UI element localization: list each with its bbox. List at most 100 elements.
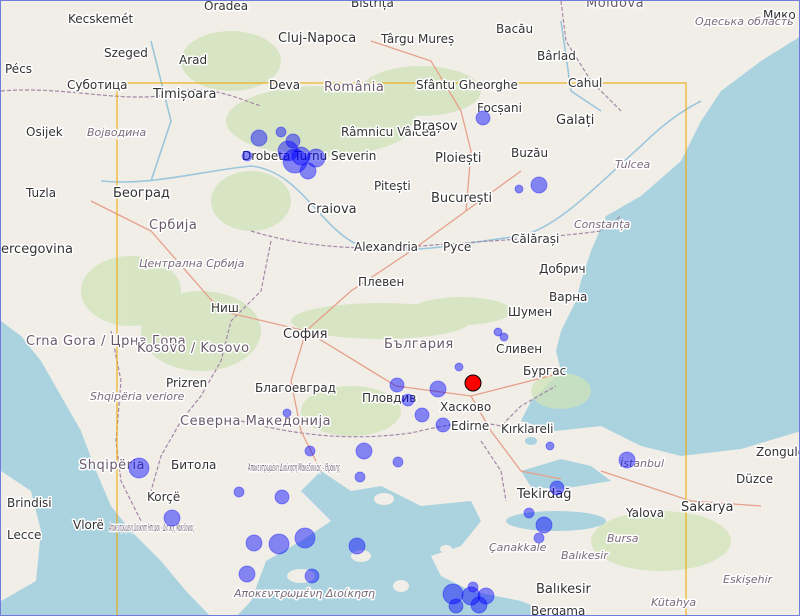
- label-severna-makedonija: Северна Македонија: [180, 414, 331, 429]
- label-balikesir: Balıkesir: [536, 582, 592, 597]
- label-eskisehir: Eskişehir: [723, 573, 774, 586]
- label-bacau: Bacău: [496, 22, 533, 36]
- label-galati: Galați: [556, 113, 594, 128]
- event-marker[interactable]: [275, 126, 287, 138]
- label-sakarya: Sakarya: [681, 500, 734, 515]
- label-yalova: Yalova: [625, 506, 664, 520]
- label-ploiesti: Ploiești: [435, 151, 482, 166]
- event-marker[interactable]: [354, 471, 366, 483]
- label-ruse: Русе: [443, 240, 471, 254]
- label-srbija: Србија: [149, 218, 197, 233]
- label-duzce: Düzce: [736, 472, 773, 486]
- map-canvas[interactable]: Oradea Bistrița Moldova Мико Kecskemét C…: [1, 1, 799, 615]
- event-marker[interactable]: [294, 527, 316, 549]
- event-marker[interactable]: [355, 442, 373, 460]
- label-beograd: Београд: [113, 186, 170, 201]
- label-bistrita: Bistrița: [351, 1, 394, 10]
- event-marker[interactable]: [274, 489, 290, 505]
- label-buzau: Buzău: [511, 146, 548, 160]
- label-bergama: Bergama: [531, 604, 585, 615]
- event-marker[interactable]: [389, 377, 405, 393]
- label-central-serbia: Централна Србија: [139, 257, 245, 270]
- label-targu-mures: Târgu Mureș: [380, 32, 454, 46]
- event-marker[interactable]: [477, 587, 495, 605]
- event-marker[interactable]: [429, 380, 447, 398]
- label-bursa: Bursa: [607, 532, 639, 545]
- label-bucuresti: București: [431, 191, 492, 206]
- event-marker[interactable]: [448, 598, 464, 614]
- label-shumen: Шумен: [508, 305, 552, 319]
- label-shqiperia-veriore: Shqipëria veriore: [90, 390, 185, 403]
- label-cahul: Cahul: [568, 76, 602, 90]
- label-korce: Korçë: [147, 490, 180, 504]
- label-brindisi: Brindisi: [7, 496, 52, 510]
- label-subotica: Суботица: [67, 78, 128, 92]
- label-varna: Варна: [549, 290, 587, 304]
- label-tuzla: Tuzla: [25, 186, 56, 200]
- event-marker[interactable]: [514, 184, 524, 194]
- event-marker[interactable]: [268, 533, 290, 555]
- label-apok-epirus: Αποκεντρωμένη Διοίκηση Ηπείρου - Δυτικής…: [109, 521, 194, 534]
- label-dobrich: Добрич: [539, 262, 586, 276]
- label-apok-last: Αποκεντρωμένη Διοίκηση: [233, 587, 375, 600]
- label-deva: Deva: [269, 78, 300, 92]
- event-marker[interactable]: [238, 565, 256, 583]
- label-sliven: Сливен: [496, 342, 542, 356]
- label-pleven: Плевен: [358, 275, 404, 289]
- event-marker[interactable]: [392, 456, 404, 468]
- label-edirne: Edirne: [451, 419, 489, 433]
- label-kecskemet: Kecskemét: [68, 12, 133, 26]
- label-balikesir-region: Balıkesir: [561, 549, 609, 562]
- label-blagoevgrad: Благоевград: [255, 381, 336, 395]
- event-marker[interactable]: [499, 332, 509, 342]
- event-marker[interactable]: [535, 516, 553, 534]
- label-haskovo: Хасково: [440, 400, 491, 414]
- label-herzegovina: ercegovina: [1, 242, 73, 257]
- event-marker[interactable]: [467, 581, 479, 593]
- event-marker[interactable]: [233, 486, 245, 498]
- event-marker[interactable]: [304, 445, 316, 457]
- event-marker[interactable]: [128, 457, 150, 479]
- label-kosovo: Kosovo / Kosovo: [137, 341, 250, 356]
- label-odesa: Одеська область: [695, 15, 794, 28]
- event-marker[interactable]: [545, 441, 555, 451]
- label-moldova: Moldova: [586, 1, 644, 11]
- event-marker[interactable]: [245, 534, 263, 552]
- event-marker[interactable]: [401, 393, 415, 407]
- event-marker[interactable]: [163, 509, 181, 527]
- event-marker[interactable]: [306, 148, 326, 168]
- label-bulgaria: България: [384, 337, 454, 352]
- label-barlad: Bârlad: [537, 49, 576, 63]
- event-marker[interactable]: [454, 362, 464, 372]
- event-marker[interactable]: [549, 480, 565, 496]
- label-arad: Arad: [179, 53, 207, 67]
- map-view[interactable]: Oradea Bistrița Moldova Мико Kecskemét C…: [0, 0, 800, 616]
- label-kutahya: Kütahya: [651, 596, 696, 609]
- label-calarasi: Călărași: [511, 232, 559, 246]
- label-romania: România: [324, 80, 384, 95]
- label-cluj: Cluj-Napoca: [278, 31, 356, 46]
- event-marker[interactable]: [618, 451, 636, 469]
- event-marker[interactable]: [241, 150, 253, 162]
- label-bitola: Битола: [171, 458, 216, 472]
- event-marker[interactable]: [282, 408, 292, 418]
- main-event-marker[interactable]: [464, 374, 482, 392]
- event-marker[interactable]: [533, 532, 545, 544]
- label-pecs: Pécs: [5, 62, 32, 76]
- event-marker[interactable]: [348, 537, 366, 555]
- label-kirklareli: Kırklareli: [501, 422, 554, 436]
- label-vojvodina: Војводина: [87, 126, 146, 139]
- label-timisoara: Timișoara: [152, 87, 216, 102]
- label-tulcea: Tulcea: [615, 158, 650, 171]
- label-burgas: Бургас: [523, 364, 566, 378]
- event-marker[interactable]: [250, 129, 268, 147]
- event-marker[interactable]: [530, 176, 548, 194]
- event-marker[interactable]: [475, 110, 491, 126]
- label-lecce: Lecce: [7, 528, 41, 542]
- event-marker[interactable]: [435, 417, 451, 433]
- event-marker[interactable]: [304, 568, 320, 584]
- event-marker[interactable]: [414, 407, 430, 423]
- label-brasov: Brașov: [413, 119, 458, 134]
- event-marker[interactable]: [523, 507, 535, 519]
- label-alexandria: Alexandria: [354, 240, 418, 254]
